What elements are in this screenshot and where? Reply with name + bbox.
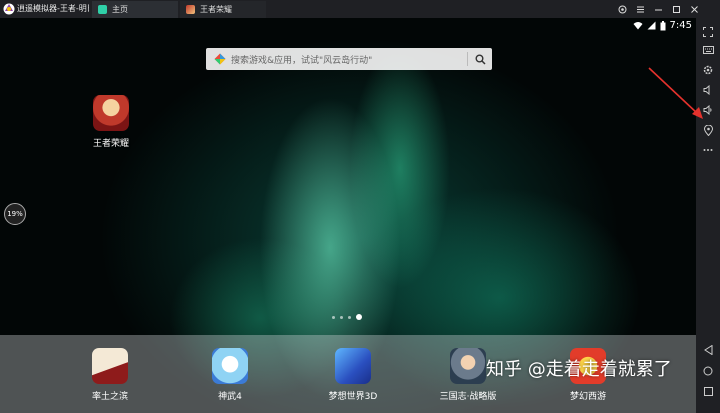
keyboard-button[interactable] (700, 42, 716, 58)
settings-icon (703, 65, 713, 75)
android-screen[interactable]: 7:45 搜索游戏&应用，试试"风云岛行动" 王者荣耀 19% 率土之滨 神武4… (0, 18, 696, 413)
menu-button[interactable] (633, 2, 647, 16)
watermark: 知乎 @走着走着就累了 (486, 359, 672, 380)
minimize-icon (654, 9, 662, 10)
recents-button[interactable] (700, 383, 716, 399)
more-button[interactable] (700, 142, 716, 158)
volume-up-button[interactable] (700, 102, 716, 118)
search-icon (475, 54, 486, 65)
wifi-icon (633, 22, 643, 30)
dock-app-mengxiang[interactable]: 梦想世界3D (313, 348, 393, 402)
desktop-app-label: 王者荣耀 (92, 139, 129, 149)
home-tab-icon (98, 5, 107, 14)
home-icon (703, 366, 713, 376)
search-button[interactable] (468, 54, 492, 65)
title-bar: 逍遥模拟器-王者-明日 主页 王者荣耀 (0, 0, 720, 18)
maximize-button[interactable] (669, 2, 683, 16)
pin-button[interactable] (615, 2, 629, 16)
minimize-button[interactable] (651, 2, 665, 16)
sanguozhi-app-icon (450, 348, 486, 384)
close-button[interactable] (687, 2, 701, 16)
tab-game[interactable]: 王者荣耀 (180, 1, 266, 18)
keyboard-icon (702, 46, 714, 54)
status-time: 7:45 (669, 20, 692, 31)
location-icon (703, 124, 713, 136)
dock-app-label: 率土之滨 (91, 392, 128, 402)
tab-home-label: 主页 (112, 5, 128, 14)
maximize-icon (672, 5, 680, 13)
signal-icon (647, 21, 656, 30)
right-toolbar (696, 18, 720, 413)
page-indicator (332, 314, 362, 320)
fullscreen-button[interactable] (700, 24, 716, 40)
more-icon (703, 149, 713, 151)
search-input[interactable]: 搜索游戏&应用，试试"风云岛行动" (231, 53, 467, 66)
location-button[interactable] (700, 122, 716, 138)
volume-up-icon (703, 105, 712, 115)
app-store-logo-icon (214, 53, 226, 65)
shuaitu-app-icon (92, 348, 128, 384)
menu-icon (636, 6, 644, 12)
back-button[interactable] (700, 342, 716, 358)
pin-icon (618, 5, 626, 13)
game-tab-icon (186, 5, 195, 14)
page-dot (340, 315, 343, 319)
status-bar: 7:45 (633, 20, 692, 31)
settings-button[interactable] (700, 62, 716, 78)
dock-app-label: 三国志·战略版 (439, 392, 497, 402)
recents-icon (703, 386, 713, 396)
dock-app-label: 梦想世界3D (328, 392, 378, 402)
tab-home[interactable]: 主页 (92, 1, 178, 18)
volume-down-icon (703, 85, 710, 95)
shenwu-app-icon (212, 348, 248, 384)
window-title: 逍遥模拟器-王者-明日 (17, 4, 89, 13)
dock-app-shenwu[interactable]: 神武4 (190, 348, 270, 402)
app-logo-icon (3, 3, 15, 15)
fullscreen-icon (703, 27, 713, 37)
page-dot (348, 315, 351, 319)
dock-app-label: 神武4 (218, 392, 242, 402)
mengxiang-app-icon (335, 348, 371, 384)
back-icon (703, 345, 712, 355)
page-dot-active (356, 314, 362, 320)
dock-app-label: 梦幻西游 (569, 392, 606, 402)
tab-game-label: 王者荣耀 (200, 5, 232, 14)
desktop-app-wangzhe[interactable]: 王者荣耀 (76, 95, 146, 149)
home-button[interactable] (700, 363, 716, 379)
search-bar[interactable]: 搜索游戏&应用，试试"风云岛行动" (206, 48, 492, 70)
dock-app-shuaitu[interactable]: 率土之滨 (70, 348, 150, 402)
battery-icon (660, 20, 666, 30)
wangzhe-app-icon (93, 95, 129, 131)
page-dot (332, 315, 335, 319)
volume-down-button[interactable] (700, 82, 716, 98)
close-icon (690, 5, 698, 13)
progress-badge[interactable]: 19% (4, 203, 26, 225)
